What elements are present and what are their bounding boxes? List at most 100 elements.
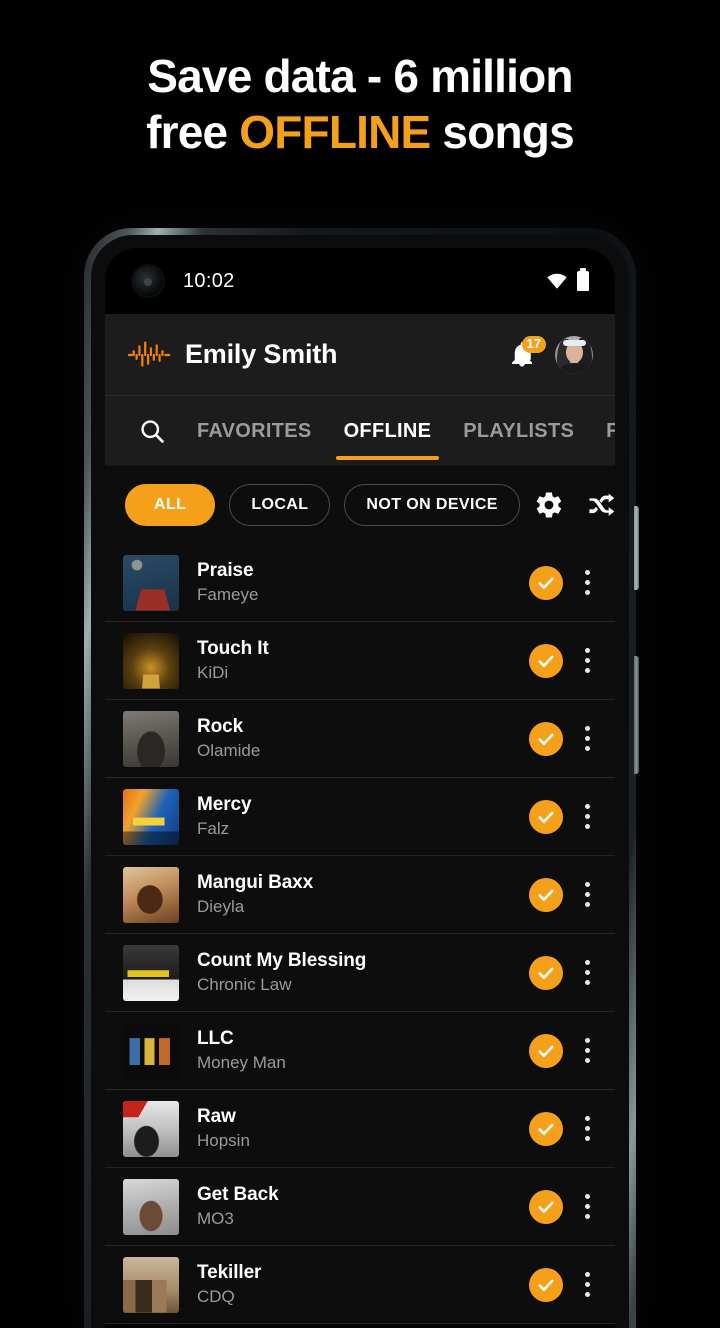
downloaded-check-icon[interactable] xyxy=(529,565,563,600)
table-row[interactable]: Touch It KiDi xyxy=(105,622,615,700)
row-overflow-menu[interactable] xyxy=(585,1116,591,1141)
row-overflow-menu[interactable] xyxy=(585,570,591,595)
album-art xyxy=(123,944,179,1001)
album-art-figure xyxy=(123,710,179,767)
row-overflow-menu[interactable] xyxy=(585,648,591,673)
table-row[interactable]: Mercy Falz xyxy=(105,778,615,856)
song-title: Count My Blessing xyxy=(197,949,367,971)
downloaded-check-icon[interactable] xyxy=(529,1033,563,1068)
status-clock: 10:02 xyxy=(183,269,235,292)
row-overflow-menu[interactable] xyxy=(585,1272,591,1297)
table-row[interactable]: Count My Blessing Chronic Law xyxy=(105,934,615,1012)
app-header: Emily Smith 17 xyxy=(105,314,615,396)
song-title: LLC xyxy=(197,1027,234,1049)
song-artist: Falz xyxy=(197,819,230,839)
song-artist: MO3 xyxy=(197,1209,234,1229)
song-info: Mercy Falz xyxy=(197,793,529,841)
promo-line-1: Save data - 6 million xyxy=(147,50,573,102)
notification-badge: 17 xyxy=(521,335,546,353)
tab-playlists[interactable]: PLAYLISTS xyxy=(447,396,590,466)
downloaded-check-icon[interactable] xyxy=(529,1111,563,1146)
search-button[interactable] xyxy=(123,396,181,466)
tab-favorites[interactable]: FAVORITES xyxy=(181,396,328,466)
front-camera-icon xyxy=(131,264,165,298)
filter-chip-all[interactable]: ALL xyxy=(125,484,216,526)
downloaded-check-icon[interactable] xyxy=(529,721,563,756)
phone-screen: 10:02 Emily Smith 17 FAVORITES OFFLINE P… xyxy=(105,248,615,1328)
row-overflow-menu[interactable] xyxy=(585,882,591,907)
check-icon xyxy=(538,577,554,589)
song-artist: Dieyla xyxy=(197,897,245,917)
notifications-button[interactable]: 17 xyxy=(507,335,546,371)
row-overflow-menu[interactable] xyxy=(585,726,591,751)
check-icon xyxy=(538,967,554,979)
promo-line-2-prefix: free xyxy=(146,106,240,159)
album-art xyxy=(123,632,179,689)
song-artist: Fameye xyxy=(197,585,259,605)
table-row[interactable]: Rock Olamide xyxy=(105,700,615,778)
song-title: Mercy xyxy=(197,793,252,815)
album-art-figure xyxy=(123,1178,179,1235)
row-overflow-menu[interactable] xyxy=(585,804,591,829)
downloaded-check-icon[interactable] xyxy=(529,955,563,990)
song-artist: CDQ xyxy=(197,1287,235,1307)
row-overflow-menu[interactable] xyxy=(585,1194,591,1219)
filter-bar: ALL LOCAL NOT ON DEVICE xyxy=(105,466,615,544)
filter-actions xyxy=(534,489,615,521)
check-icon xyxy=(538,1279,554,1291)
downloaded-check-icon[interactable] xyxy=(529,799,563,834)
tab-bar-divider xyxy=(105,465,615,466)
status-icons xyxy=(546,268,589,292)
volume-button[interactable] xyxy=(634,656,639,774)
check-icon xyxy=(538,733,554,745)
song-info: Get Back MO3 xyxy=(197,1183,529,1231)
avatar-headband xyxy=(563,339,586,346)
downloaded-check-icon[interactable] xyxy=(529,643,563,678)
power-button[interactable] xyxy=(634,506,639,590)
song-title: Get Back xyxy=(197,1183,279,1205)
tab-offline[interactable]: OFFLINE xyxy=(328,396,448,466)
song-title: Tekiller xyxy=(197,1261,262,1283)
shuffle-icon[interactable] xyxy=(586,489,615,521)
downloaded-check-icon[interactable] xyxy=(529,1267,563,1302)
check-icon xyxy=(538,1123,554,1135)
album-art-figure xyxy=(123,866,179,923)
avatar[interactable] xyxy=(555,335,593,374)
song-list: Praise Fameye Touch It KiDi Rock Olamide… xyxy=(105,544,615,1324)
table-row[interactable]: LLC Money Man xyxy=(105,1012,615,1090)
promo-line-2: free OFFLINE songs xyxy=(0,104,720,160)
album-art xyxy=(123,710,179,767)
song-artist: Olamide xyxy=(197,741,261,761)
filter-chip-local[interactable]: LOCAL xyxy=(229,484,331,526)
album-art xyxy=(123,1256,179,1313)
song-title: Touch It xyxy=(197,637,269,659)
check-icon xyxy=(538,655,554,667)
song-info: Count My Blessing Chronic Law xyxy=(197,949,529,997)
promo-offline-word: OFFLINE xyxy=(239,106,431,159)
tab-list: FAVORITES OFFLINE PLAYLISTS FOLDERS xyxy=(181,396,615,466)
table-row[interactable]: Praise Fameye xyxy=(105,544,615,622)
row-overflow-menu[interactable] xyxy=(585,960,591,985)
row-overflow-menu[interactable] xyxy=(585,1038,591,1063)
song-title: Praise xyxy=(197,559,254,581)
table-row[interactable]: Tekiller CDQ xyxy=(105,1246,615,1324)
table-row[interactable]: Get Back MO3 xyxy=(105,1168,615,1246)
avatar-body xyxy=(561,362,588,374)
check-icon xyxy=(538,889,554,901)
gear-icon[interactable] xyxy=(534,490,564,520)
downloaded-check-icon[interactable] xyxy=(529,877,563,912)
downloaded-check-icon[interactable] xyxy=(529,1189,563,1224)
table-row[interactable]: Mangui Baxx Dieyla xyxy=(105,856,615,934)
tab-folders[interactable]: FOLDERS xyxy=(590,396,615,466)
promo-line-2-suffix: songs xyxy=(430,106,574,159)
battery-icon xyxy=(577,268,589,291)
song-info: LLC Money Man xyxy=(197,1027,529,1075)
song-info: Praise Fameye xyxy=(197,559,529,607)
album-art-figure xyxy=(123,1100,179,1157)
song-title: Raw xyxy=(197,1105,236,1127)
check-icon xyxy=(538,811,554,823)
tab-bar: FAVORITES OFFLINE PLAYLISTS FOLDERS xyxy=(105,396,615,466)
table-row[interactable]: Raw Hopsin xyxy=(105,1090,615,1168)
filter-chip-not-on-device[interactable]: NOT ON DEVICE xyxy=(344,484,520,526)
wifi-icon xyxy=(547,273,567,289)
